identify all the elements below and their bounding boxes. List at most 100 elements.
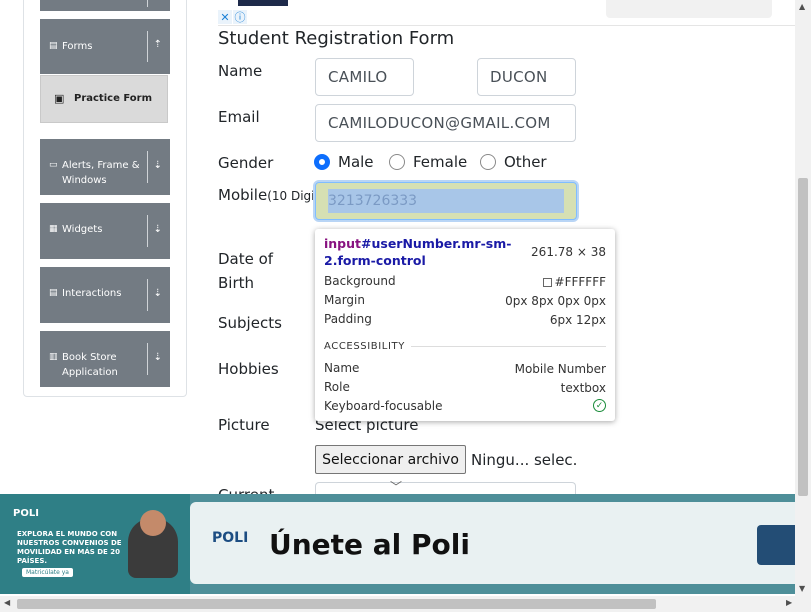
radio-icon[interactable] (480, 154, 496, 170)
separator (147, 343, 148, 375)
banner-ad[interactable]: POLI EXPLORA EL MUNDO CON NUESTROS CONVE… (0, 494, 795, 594)
tooltip-arrow (324, 222, 338, 229)
scrollbar-thumb[interactable] (17, 599, 656, 609)
mobile-input[interactable]: 3213726333 (315, 182, 577, 220)
selector-tag: input (324, 236, 362, 251)
row-key: Name (324, 361, 360, 375)
expand-icon[interactable]: ⇣ (154, 352, 162, 363)
gender-label: Gender (218, 154, 274, 172)
inspector-row-margin: Margin 0px 8px 0px 0px (324, 293, 606, 309)
info-icon[interactable]: ⓘ (233, 10, 247, 24)
inspector-row-background: Background #FFFFFF (324, 274, 606, 290)
separator (147, 279, 148, 311)
banner-headline: Únete al Poli (269, 528, 470, 561)
collapse-icon[interactable]: ⇡ (154, 39, 162, 50)
promo-text: EXPLORA EL MUNDO CON NUESTROS CONVENIOS … (17, 530, 122, 565)
poli-logo: POLI (212, 530, 249, 546)
email-label: Email (218, 108, 260, 126)
form-title: Student Registration Form (218, 28, 455, 49)
form-icon: ▤ (49, 41, 58, 51)
grid-icon: ▦ (49, 224, 58, 234)
expand-icon[interactable]: ⇣ (154, 160, 162, 171)
scroll-up-icon[interactable]: ▲ (799, 2, 805, 11)
inspector-row-name: Name Mobile Number (324, 361, 606, 377)
dob-label-line1: Date of (218, 250, 274, 268)
gender-radio-female[interactable]: Female (389, 153, 467, 171)
sidebar-group-forms[interactable]: ▤ Forms ⇡ (40, 19, 170, 74)
window-icon: ▭ (49, 160, 58, 170)
radio-icon[interactable] (389, 154, 405, 170)
page: ▤ Forms ⇡ ▣ Practice Form ▭ Alerts, Fram… (0, 0, 811, 612)
inspector-row-role: Role textbox (324, 380, 606, 396)
email-input[interactable]: CAMILODUCON@GMAIL.COM (315, 104, 576, 142)
mobile-label: Mobile(10 Digits) (218, 186, 330, 204)
accessibility-heading: ACCESSIBILITY (324, 341, 606, 352)
scroll-down-icon[interactable]: ▼ (799, 584, 805, 593)
banner-right-panel: POLI Únete al Poli (190, 502, 795, 584)
divider (410, 346, 606, 347)
color-swatch (542, 277, 552, 287)
sidebar-group-book-store[interactable]: ▥ Book Store Application ⇣ (40, 331, 170, 387)
file-status-text: Ningu... selec. (471, 451, 578, 469)
books-icon: ▥ (49, 352, 58, 362)
vertical-scrollbar[interactable]: ▲ ▼ (795, 0, 811, 596)
separator (147, 215, 148, 247)
sidebar-group-elements[interactable] (40, 0, 170, 11)
scroll-left-icon[interactable]: ◀ (4, 598, 10, 607)
sidebar-group-widgets[interactable]: ▦ Widgets ⇣ (40, 203, 170, 259)
dob-label-line2: Birth (218, 274, 255, 292)
gender-radio-male[interactable]: Male (314, 153, 374, 171)
separator (147, 31, 148, 62)
scrollbar-thumb[interactable] (798, 178, 808, 496)
mobile-value: 3213726333 (328, 193, 418, 209)
row-value: 0px 8px 0px 0px (505, 294, 606, 308)
gender-radio-other[interactable]: Other (480, 153, 547, 171)
promo-button[interactable]: Matricúlate ya (22, 568, 73, 577)
row-value: Mobile Number (514, 362, 606, 376)
background-value: #FFFFFF (554, 275, 606, 289)
html5-icon: ▣ (54, 92, 65, 105)
close-icon[interactable]: ✕ (218, 10, 232, 24)
file-upload-button[interactable]: Seleccionar archivo (315, 445, 466, 474)
row-key: Padding (324, 312, 372, 326)
ad-image[interactable] (238, 0, 288, 6)
inspector-dimensions: 261.78 × 38 (531, 245, 606, 259)
row-key: Role (324, 380, 350, 394)
chevron-down-icon: ﹀ (390, 480, 403, 494)
radio-label: Male (338, 153, 374, 171)
ad-controls: ✕ ⓘ (218, 10, 248, 24)
scroll-right-icon[interactable]: ▶ (786, 598, 792, 607)
list-icon: ▤ (49, 288, 58, 298)
name-label: Name (218, 62, 263, 80)
check-circle-icon: ✓ (593, 399, 606, 412)
ad-image[interactable] (606, 0, 772, 18)
inspector-selector: input#userNumber.mr-sm-2.form-control (324, 235, 534, 269)
hobbies-label: Hobbies (218, 360, 279, 378)
inspector-tooltip: input#userNumber.mr-sm-2.form-control 26… (315, 229, 615, 421)
subjects-label: Subjects (218, 314, 282, 332)
row-key: Margin (324, 293, 365, 307)
radio-label: Other (504, 153, 547, 171)
expand-icon[interactable]: ⇣ (154, 224, 162, 235)
row-key: Background (324, 274, 396, 288)
sidebar-group-alerts[interactable]: ▭ Alerts, Frame & Windows ⇣ (40, 139, 170, 195)
picture-label: Picture (218, 416, 270, 434)
section-title: ACCESSIBILITY (324, 341, 405, 352)
sidebar-item-practice-form[interactable]: ▣ Practice Form (40, 75, 168, 123)
horizontal-scrollbar[interactable]: ◀ ▶ (0, 596, 811, 612)
banner-left-panel: POLI EXPLORA EL MUNDO CON NUESTROS CONVE… (0, 494, 190, 594)
sidebar-item-label: Practice Form (74, 93, 152, 104)
row-key: Keyboard-focusable (324, 399, 443, 413)
expand-icon[interactable]: ⇣ (154, 288, 162, 299)
sidebar-group-interactions[interactable]: ▤ Interactions ⇣ (40, 267, 170, 323)
radio-selected-icon[interactable] (314, 154, 330, 170)
separator (147, 0, 148, 7)
first-name-input[interactable]: CAMILO (315, 58, 414, 96)
inspector-row-padding: Padding 6px 12px (324, 312, 606, 328)
banner-cta-button[interactable] (757, 525, 795, 565)
last-name-input[interactable]: DUCON (477, 58, 576, 96)
row-value: 6px 12px (549, 313, 606, 327)
radio-label: Female (413, 153, 468, 171)
row-value: textbox (560, 381, 606, 395)
separator (147, 151, 148, 183)
